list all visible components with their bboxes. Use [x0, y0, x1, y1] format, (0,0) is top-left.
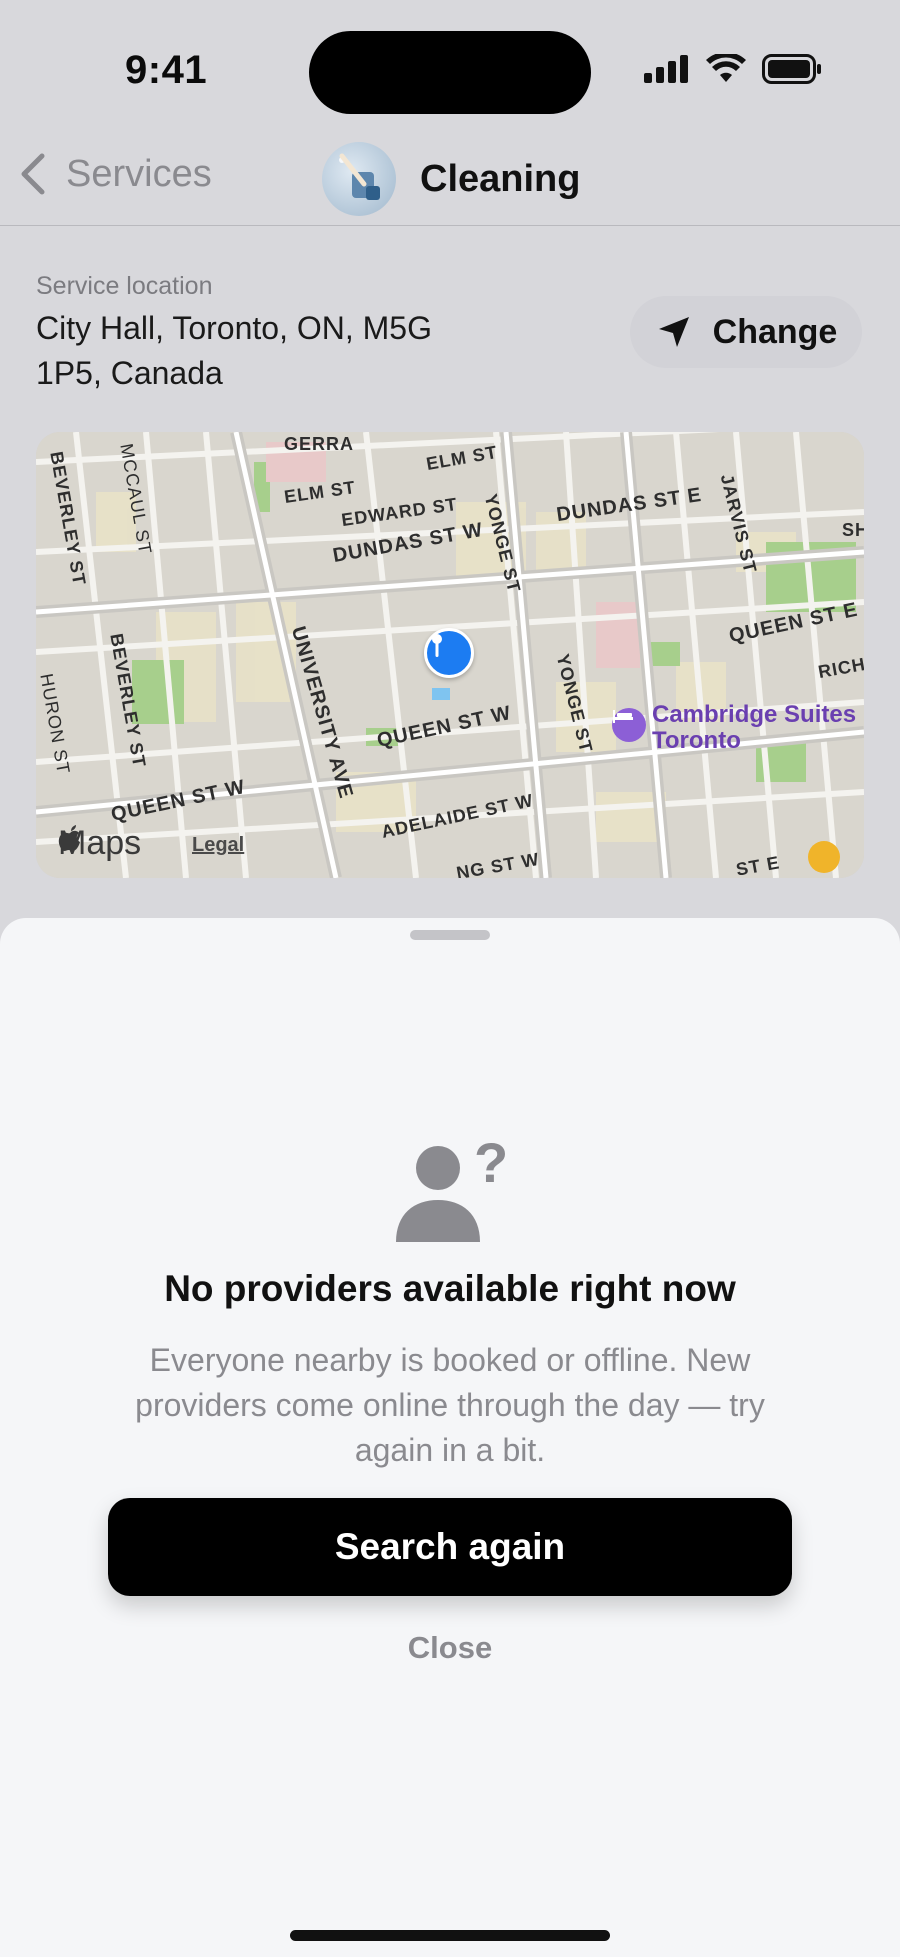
map-view[interactable]: GERRA ELM ST ELM ST EDWARD ST DUNDAS ST … [36, 432, 864, 878]
person-question-icon: ? [396, 1138, 506, 1242]
navigation-bar: Services Cleaning [0, 140, 900, 226]
status-time: 9:41 [125, 48, 208, 92]
change-location-button[interactable]: Change [630, 296, 862, 368]
back-label: Services [66, 152, 212, 195]
back-button[interactable]: Services [18, 152, 212, 196]
wifi-icon [706, 54, 746, 82]
apple-maps-logo: Maps [58, 824, 141, 863]
change-label: Change [712, 312, 838, 351]
bottom-sheet: ? No providers available right now Every… [0, 918, 900, 1957]
location-arrow-icon [658, 317, 689, 347]
search-again-button[interactable]: Search again [108, 1498, 792, 1596]
status-bar: 9:41 [0, 0, 900, 140]
street-label: GERRA [284, 434, 355, 454]
empty-state-title: No providers available right now [164, 1268, 736, 1309]
chevron-left-icon [21, 153, 45, 195]
legal-link[interactable]: Legal [192, 834, 244, 857]
cleaning-bucket-icon [339, 153, 380, 200]
page-title: Cleaning [420, 157, 581, 200]
status-icons [644, 54, 822, 84]
cleaning-service-avatar [322, 142, 396, 216]
location-pin-icon[interactable] [424, 628, 474, 678]
home-indicator[interactable] [290, 1930, 610, 1941]
nav-title-group: Cleaning [322, 142, 580, 216]
poi-label[interactable]: Cambridge Suites Toronto [652, 702, 864, 754]
svg-text:?: ? [474, 1138, 506, 1194]
service-location-label: Service location [36, 272, 213, 300]
close-button[interactable]: Close [350, 1618, 550, 1678]
cellular-signal-icon [644, 55, 688, 83]
service-location-address: City Hall, Toronto, ON, M5G 1P5, Canada [36, 310, 432, 391]
battery-icon [762, 54, 821, 84]
street-label: SH [842, 520, 864, 540]
empty-state-description: Everyone nearby is booked or offline. Ne… [135, 1342, 765, 1468]
hotel-icon [612, 708, 646, 742]
dynamic-island [309, 31, 591, 114]
sheet-grabber[interactable] [410, 930, 490, 940]
apple-logo-icon [58, 825, 80, 851]
